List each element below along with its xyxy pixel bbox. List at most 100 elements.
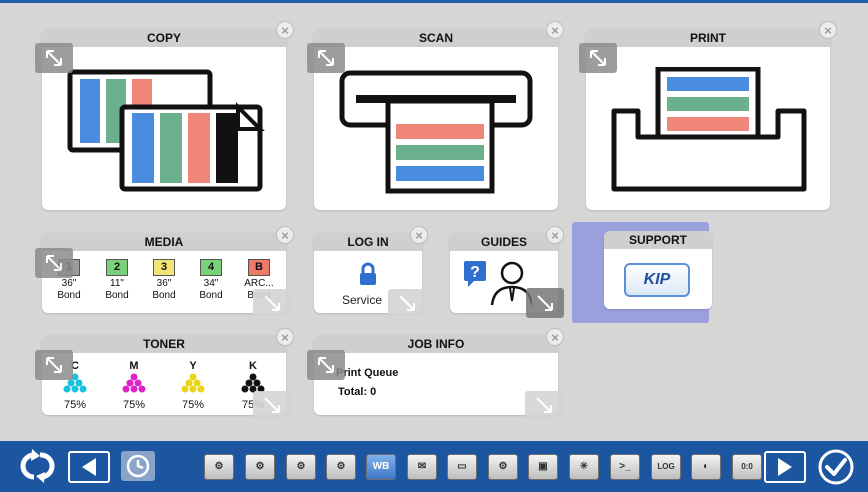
scan-close-button[interactable]: × xyxy=(546,21,564,39)
media-slot[interactable]: 4 34" Bond xyxy=(188,259,234,302)
folder-button[interactable]: ✉ xyxy=(407,454,437,480)
top-accent-line xyxy=(0,0,868,3)
expand-arrow-icon xyxy=(318,50,334,66)
scanner-icon xyxy=(339,70,533,194)
toner-letter: K xyxy=(249,360,257,372)
checkmark-circle-icon xyxy=(818,449,854,485)
copy-close-button[interactable]: × xyxy=(276,21,294,39)
media-slot[interactable]: 3 36" Bond xyxy=(141,259,187,302)
settings-scan-icon: ⚙ xyxy=(296,461,306,472)
toner-letter: M xyxy=(129,360,139,372)
media-slot-number: 3 xyxy=(153,259,175,276)
settings-scan-button[interactable]: ⚙ xyxy=(286,454,316,480)
expand-arrow-icon xyxy=(46,357,62,373)
login-user-label: Service xyxy=(342,293,383,307)
svg-text:?: ? xyxy=(470,264,480,281)
toner-percent: 75% xyxy=(63,399,87,411)
message-button[interactable]: ▭ xyxy=(447,454,477,480)
guides-shrink-button[interactable] xyxy=(526,288,564,318)
confirm-button[interactable] xyxy=(816,448,856,491)
media-type: Bond xyxy=(57,290,81,301)
jobinfo-title: JOB INFO xyxy=(314,335,558,353)
terminal-icon: >_ xyxy=(619,461,631,472)
starburst-button[interactable]: ✳ xyxy=(569,454,599,480)
jobinfo-shrink-button[interactable] xyxy=(525,391,563,419)
toner-letter: Y xyxy=(189,360,197,372)
media-type: Bond xyxy=(152,290,176,301)
toggle-icon: ◐ xyxy=(702,461,710,472)
back-button[interactable] xyxy=(68,451,110,483)
toner-percent: 75% xyxy=(181,399,205,411)
media-expand-button[interactable] xyxy=(35,248,73,278)
media-type: Bond xyxy=(199,290,223,301)
forward-button[interactable] xyxy=(764,451,806,483)
settings-gear-button[interactable]: ⚙ xyxy=(204,454,234,480)
toner-close-button[interactable]: × xyxy=(276,328,294,346)
history-button[interactable] xyxy=(121,451,155,481)
media-type: Bond xyxy=(105,290,129,301)
toner-yellow: Y 75% xyxy=(173,360,213,411)
media-title: MEDIA xyxy=(42,233,286,251)
user-admin-button[interactable]: ▣ xyxy=(528,454,558,480)
print-tile[interactable]: PRINT xyxy=(586,29,830,210)
toner-tile[interactable]: TONER C 75% M 75% Y 75% K 75% xyxy=(42,335,286,415)
terminal-button[interactable]: >_ xyxy=(610,454,640,480)
starburst-icon: ✳ xyxy=(579,461,589,472)
print-queue-label: Print Queue xyxy=(336,367,399,379)
refresh-icon xyxy=(20,449,55,483)
login-close-button[interactable]: × xyxy=(410,226,428,244)
media-tile[interactable]: MEDIA 1 36" Bond 2 11" Bond 3 36" Bond 4… xyxy=(42,233,286,313)
media-slot[interactable]: 2 11" Bond xyxy=(94,259,140,302)
shrink-arrow-icon xyxy=(264,397,280,413)
log-button[interactable]: LOG xyxy=(651,454,681,480)
settings-copy-button[interactable]: ⚙ xyxy=(245,454,275,480)
copy-expand-button[interactable] xyxy=(35,43,73,73)
log-icon: LOG xyxy=(657,462,675,471)
job-total-label: Total: 0 xyxy=(338,386,377,398)
jobinfo-close-button[interactable]: × xyxy=(546,328,564,346)
guides-title: GUIDES xyxy=(450,233,558,251)
scan-tile[interactable]: SCAN xyxy=(314,29,558,210)
expand-arrow-icon xyxy=(318,357,334,373)
media-shrink-button[interactable] xyxy=(253,289,291,317)
settings-print-button[interactable]: ⚙ xyxy=(326,454,356,480)
user-admin-icon: ▣ xyxy=(538,461,548,472)
media-slot-number: B xyxy=(248,259,270,276)
copy-icon xyxy=(67,69,265,192)
toggle-button[interactable]: ◐ xyxy=(691,454,721,480)
media-slot-number: 2 xyxy=(106,259,128,276)
toner-dots-icon xyxy=(181,373,205,393)
copy-tile[interactable]: COPY xyxy=(42,29,286,210)
toner-shrink-button[interactable] xyxy=(253,391,291,419)
kip-logo-text: KIP xyxy=(643,271,671,288)
jobinfo-tile[interactable]: JOB INFO Print Queue Total: 0 xyxy=(314,335,558,415)
scan-title: SCAN xyxy=(314,29,558,47)
media-size: 36" xyxy=(156,278,172,289)
toner-expand-button[interactable] xyxy=(35,350,73,380)
login-shrink-button[interactable] xyxy=(388,289,426,317)
expand-arrow-icon xyxy=(46,255,62,271)
jobinfo-expand-button[interactable] xyxy=(307,350,345,380)
login-title: LOG IN xyxy=(314,233,422,251)
forward-arrow-icon xyxy=(778,458,792,476)
media-size: 36" xyxy=(61,278,77,289)
lock-icon xyxy=(360,262,376,285)
support-tile[interactable]: SUPPORT KIP xyxy=(604,231,712,309)
toner-title: TONER xyxy=(42,335,286,353)
counter-button[interactable]: 0:0 xyxy=(732,454,762,480)
back-arrow-icon xyxy=(82,458,96,476)
toner-percent: 75% xyxy=(122,399,146,411)
network-button[interactable]: ⚙ xyxy=(488,454,518,480)
refresh-button[interactable] xyxy=(14,449,58,488)
clock-icon xyxy=(126,454,150,478)
expand-arrow-icon xyxy=(590,50,606,66)
media-close-button[interactable]: × xyxy=(276,226,294,244)
wb-button[interactable]: WB xyxy=(366,454,396,480)
print-close-button[interactable]: × xyxy=(819,21,837,39)
support-title: SUPPORT xyxy=(604,231,712,249)
guides-close-button[interactable]: × xyxy=(546,226,564,244)
scan-expand-button[interactable] xyxy=(307,43,345,73)
message-icon: ▭ xyxy=(457,461,467,472)
wb-icon: WB xyxy=(372,461,390,472)
print-expand-button[interactable] xyxy=(579,43,617,73)
